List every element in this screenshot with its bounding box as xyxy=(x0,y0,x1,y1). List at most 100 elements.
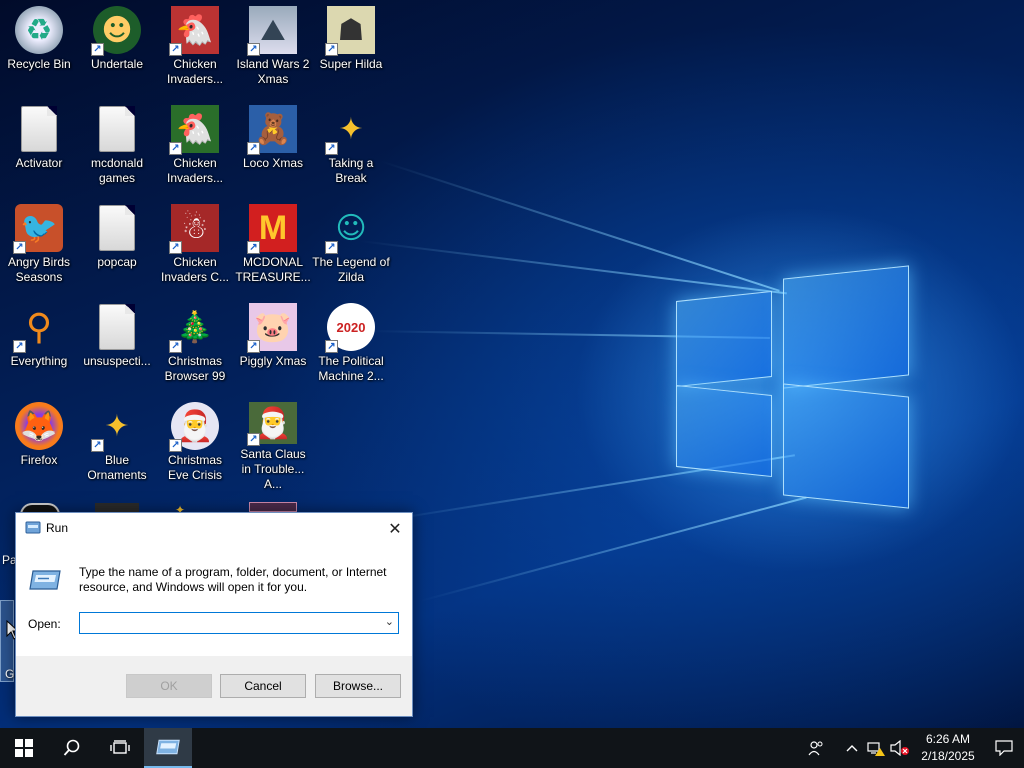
desktop-icon-christmas-eve-crisis[interactable]: 🎅 ↗ Christmas Eve Crisis xyxy=(156,396,234,492)
icon-glyph: ☃ xyxy=(181,210,209,246)
desktop-icon-label: Chicken Invaders... xyxy=(166,156,224,185)
desktop-icon-label: popcap xyxy=(97,255,137,269)
chicken-invaders-icon: 🐔 ↗ xyxy=(169,105,219,155)
windows-start-icon xyxy=(15,739,33,757)
people-button[interactable] xyxy=(804,728,828,768)
network-button[interactable] xyxy=(864,728,888,768)
desktop-icon-chicken-invaders-2[interactable]: 🐔 ↗ Chicken Invaders... xyxy=(156,99,234,195)
political-machine-icon: 2020 ↗ xyxy=(325,303,375,353)
desktop-icon-label: Chicken Invaders C... xyxy=(160,255,230,284)
desktop-icon-activator[interactable]: Activator xyxy=(0,99,78,195)
desktop-icon-super-hilda[interactable]: ☗ ↗ Super Hilda xyxy=(312,0,390,96)
clock-date: 2/18/2025 xyxy=(921,749,975,763)
shortcut-arrow-icon: ↗ xyxy=(247,241,260,254)
run-dialog-description: Type the name of a program, folder, docu… xyxy=(79,565,387,594)
task-view-button[interactable] xyxy=(96,728,144,768)
cancel-button[interactable]: Cancel xyxy=(220,674,306,698)
file-icon xyxy=(93,204,141,252)
desktop-icon-mcdonald-games[interactable]: mcdonald games xyxy=(78,99,156,195)
shortcut-arrow-icon: ↗ xyxy=(325,142,338,155)
desktop-icon-firefox[interactable]: 🦊 Firefox xyxy=(0,396,78,492)
network-warning-icon xyxy=(867,742,885,756)
open-combobox[interactable]: ⌄ xyxy=(79,612,399,634)
desktop-icon-label: The Political Machine 2... xyxy=(318,354,384,383)
show-hidden-icons-button[interactable] xyxy=(840,728,864,768)
run-program-icon xyxy=(29,570,61,590)
close-button[interactable]: ✕ xyxy=(378,514,412,542)
desktop-icon-taking-a-break[interactable]: ✦ ↗ Taking a Break xyxy=(312,99,390,195)
light-beam xyxy=(359,240,787,295)
volume-button[interactable] xyxy=(888,728,912,768)
firefox-icon: 🦊 xyxy=(15,402,63,450)
shortcut-arrow-icon: ↗ xyxy=(169,142,182,155)
start-button[interactable] xyxy=(0,728,48,768)
desktop-icon-santa-claus-trouble[interactable]: 🎅 ↗ Santa Claus in Trouble... A... xyxy=(234,396,312,492)
desktop-icon-popcap[interactable]: popcap xyxy=(78,198,156,294)
shortcut-arrow-icon: ↗ xyxy=(325,241,338,254)
people-icon xyxy=(808,741,823,756)
desktop-icon-piggly-xmas[interactable]: 🐷 ↗ Piggly Xmas xyxy=(234,297,312,393)
icon-glyph: M xyxy=(258,208,288,247)
desktop-icon-christmas-browser[interactable]: 🎄 ↗ Christmas Browser 99 xyxy=(156,297,234,393)
desktop-icon-label: mcdonald games xyxy=(90,156,144,185)
windows-logo-pane xyxy=(783,265,909,389)
shortcut-arrow-icon: ↗ xyxy=(91,439,104,452)
desktop-icon-blue-ornaments[interactable]: ✦ ↗ Blue Ornaments xyxy=(78,396,156,492)
taskbar: 6:26 AM 2/18/2025 xyxy=(0,728,1024,768)
desktop-icon-label: Santa Claus in Trouble... A... xyxy=(240,447,306,491)
undertale-icon: ☻ ↗ xyxy=(91,6,141,56)
island-wars-icon: ⛰ ↗ xyxy=(247,6,297,56)
run-dialog-titlebar[interactable]: Run ✕ xyxy=(16,513,412,543)
desktop-icon-label: Angry Birds Seasons xyxy=(7,255,71,284)
file-icon xyxy=(93,105,141,153)
run-dialog: Run ✕ Type the name of a program, folder… xyxy=(15,512,413,717)
shortcut-arrow-icon: ↗ xyxy=(169,241,182,254)
icon-glyph: 2020 xyxy=(336,319,366,335)
search-icon xyxy=(63,739,80,756)
shortcut-arrow-icon: ↗ xyxy=(247,340,260,353)
snowman-icon: ☃ ↗ xyxy=(169,204,219,254)
system-clock[interactable]: 6:26 AM 2/18/2025 xyxy=(916,731,980,765)
task-view-icon xyxy=(110,740,130,754)
taskbar-run-app[interactable] xyxy=(144,728,192,768)
desktop-icon-chicken-invaders-1[interactable]: 🐔 ↗ Chicken Invaders... xyxy=(156,0,234,96)
shortcut-arrow-icon: ↗ xyxy=(169,340,182,353)
desktop-icon-undertale[interactable]: ☻ ↗ Undertale xyxy=(78,0,156,96)
open-label: Open: xyxy=(28,617,61,631)
shortcut-arrow-icon: ↗ xyxy=(169,439,182,452)
partial-desktop-label: G xyxy=(5,667,15,681)
santa-icon: 🎅 ↗ xyxy=(247,402,297,446)
star-icon: ✦ ↗ xyxy=(91,402,141,452)
search-button[interactable] xyxy=(48,728,96,768)
desktop-icon-label: Loco Xmas xyxy=(242,156,304,170)
chevron-up-icon xyxy=(846,745,858,752)
desktop-icon-label: unsuspecti... xyxy=(83,354,151,368)
desktop-icon-label: Super Hilda xyxy=(319,57,383,71)
desktop-icon-island-wars[interactable]: ⛰ ↗ Island Wars 2 Xmas xyxy=(234,0,312,96)
shortcut-arrow-icon: ↗ xyxy=(13,340,26,353)
partial-desktop-icon[interactable] xyxy=(249,502,297,512)
ok-button[interactable]: OK xyxy=(126,674,212,698)
desktop-icon-label: Taking a Break xyxy=(328,156,374,185)
desktop-icon-loco-xmas[interactable]: 🧸 ↗ Loco Xmas xyxy=(234,99,312,195)
open-input[interactable] xyxy=(80,613,370,633)
desktop-icon-label: Chicken Invaders... xyxy=(166,57,224,86)
desktop-icon-recycle-bin[interactable]: ♻ Recycle Bin xyxy=(0,0,78,96)
teddy-bear-icon: 🧸 ↗ xyxy=(247,105,297,155)
volume-muted-icon xyxy=(890,740,909,756)
windows-logo-pane xyxy=(676,290,772,388)
desktop-icon-political-machine[interactable]: 2020 ↗ The Political Machine 2... xyxy=(312,297,390,393)
desktop-icon-unsuspecti[interactable]: unsuspecti... xyxy=(78,297,156,393)
windows-logo-pane xyxy=(783,383,909,509)
desktop-icon-label: MCDONAL TREASURE... xyxy=(235,255,311,284)
christmas-tree-icon: 🎄 ↗ xyxy=(169,303,219,353)
desktop-icon-mcdonal-treasure[interactable]: M ↗ MCDONAL TREASURE... xyxy=(234,198,312,294)
browse-button[interactable]: Browse... xyxy=(315,674,401,698)
desktop-icon-everything[interactable]: ⚲ ↗ Everything xyxy=(0,297,78,393)
chevron-down-icon[interactable]: ⌄ xyxy=(385,615,394,628)
desktop-icon-angry-birds[interactable]: 🐦 ↗ Angry Birds Seasons xyxy=(0,198,78,294)
recycle-bin-icon: ♻ xyxy=(15,6,63,54)
action-center-button[interactable] xyxy=(984,728,1024,768)
desktop-icon-legend-of-zilda[interactable]: ☺ ↗ The Legend of Zilda xyxy=(312,198,390,294)
desktop-icon-chicken-invaders-3[interactable]: ☃ ↗ Chicken Invaders C... xyxy=(156,198,234,294)
